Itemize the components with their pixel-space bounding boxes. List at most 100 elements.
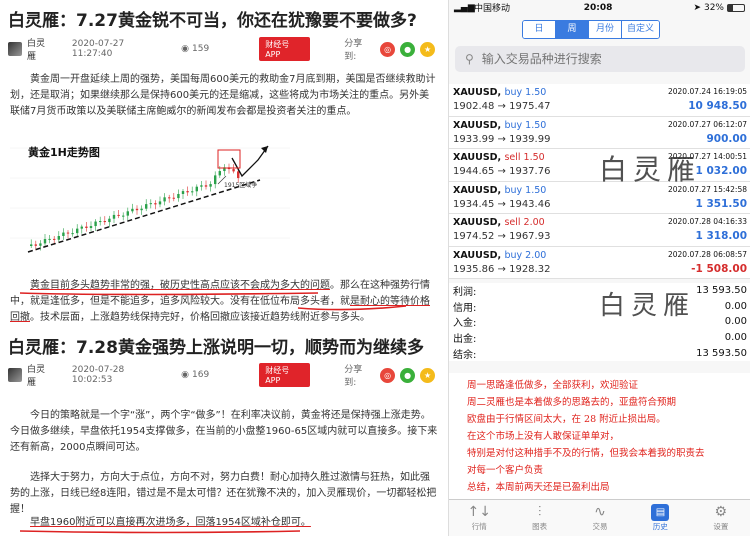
author-name[interactable]: 白灵雁 xyxy=(27,36,54,62)
qzone-icon[interactable]: ★ xyxy=(420,367,436,383)
candle-body xyxy=(191,191,194,193)
history-icon: ▤ xyxy=(651,504,670,521)
battery: ➤ 32% xyxy=(693,3,745,13)
trade-prices: 1933.99 → 1939.99 xyxy=(453,133,551,145)
candle-body xyxy=(117,214,120,216)
avatar[interactable] xyxy=(8,42,22,56)
trade-profit: 1 351.50 xyxy=(695,197,747,210)
chart-icon: ⫶ xyxy=(537,504,542,520)
candle-body xyxy=(232,169,235,172)
search-input[interactable] xyxy=(481,52,722,66)
summary-label: 信用: xyxy=(453,302,477,314)
trade-datetime: 2020.07.28 06:08:57 xyxy=(667,249,747,259)
trade-datetime: 2020.07.28 04:16:33 xyxy=(667,217,747,226)
candle-body xyxy=(89,226,93,228)
candle-body xyxy=(186,191,189,193)
candle-body xyxy=(43,239,47,244)
tab-week[interactable]: 周 xyxy=(556,21,589,38)
candle-body xyxy=(140,208,143,211)
candle-body xyxy=(80,226,83,229)
trade-row[interactable]: XAUUSD, buy 2.00 2020.07.28 06:08:57 1935.… xyxy=(449,247,750,279)
wechat-icon[interactable]: ● xyxy=(400,367,416,383)
summary-value: 0.00 xyxy=(724,300,747,312)
article2-title[interactable]: 白灵雁：7.28黄金强势上涨说明一切，顺势而为继续多 xyxy=(8,333,424,358)
note-line: 特别是对付这种措手不及的行情，但我会本着我的职责去 xyxy=(467,448,705,459)
candle-body xyxy=(237,171,240,179)
tab-trade[interactable]: ∿ 交易 xyxy=(570,500,630,536)
trade-row[interactable]: XAUUSD, buy 1.50 2020.07.27 06:12:07 1933.… xyxy=(449,117,750,149)
author-name[interactable]: 白灵雁 xyxy=(27,362,54,388)
tab-label: 交易 xyxy=(592,522,608,531)
bottom-tab-bar: ↑↓ 行情 ⫶ 图表 ∿ 交易 ▤ 历史 ⚙ 设置 xyxy=(449,499,750,536)
candle-body xyxy=(131,208,134,212)
candle-body xyxy=(62,232,65,237)
trade-side: buy 1.50 xyxy=(504,119,547,131)
tab-day[interactable]: 日 xyxy=(523,21,556,38)
candle-body xyxy=(99,221,102,223)
note-line: 欧盘由于行情区间太大，在 28 附近止损出局。 xyxy=(467,414,666,425)
trade-row[interactable]: XAUUSD, sell 1.50 2020.07.27 14:00:51 1944… xyxy=(449,149,750,182)
watermark-2: 白灵雁 xyxy=(599,291,696,321)
trade-profit: 900.00 xyxy=(706,132,747,145)
candle-body xyxy=(112,214,116,219)
trade-symbol: XAUUSD, buy 1.50 xyxy=(453,119,547,131)
weibo-icon[interactable]: ◎ xyxy=(380,367,396,383)
candle-body xyxy=(94,221,97,227)
trade-datetime: 2020.07.24 16:19:05 xyxy=(667,87,747,96)
carrier: 中国移动 xyxy=(474,4,511,14)
avatar[interactable] xyxy=(8,368,22,382)
tab-settings[interactable]: ⚙ 设置 xyxy=(691,500,750,536)
summary-label: 结余: xyxy=(453,349,477,361)
candle-body xyxy=(48,238,51,240)
signal-icon: ▂▄▆ xyxy=(454,2,475,13)
app-button[interactable]: 财经号APP xyxy=(259,37,311,61)
candle-body xyxy=(181,191,185,194)
candle-body xyxy=(53,238,56,240)
trade-history-list: XAUUSD, buy 1.50 2020.07.24 16:19:05 1902.… xyxy=(449,84,750,279)
weibo-icon[interactable]: ◎ xyxy=(380,41,396,57)
share-label: 分享到: xyxy=(344,39,363,62)
trade-side: buy 1.50 xyxy=(504,184,547,196)
search-icon: ⚲ xyxy=(465,52,474,66)
red-underline-mark xyxy=(19,292,407,311)
trade-profit: 1 318.00 xyxy=(695,230,747,242)
note-line: 周二灵雁也是本着做多的思路去的，亚盘符合预期 xyxy=(467,397,677,408)
wechat-icon[interactable]: ● xyxy=(400,41,416,57)
trade-prices: 1944.65 → 1937.76 xyxy=(453,166,551,177)
summary-label: 利润: xyxy=(453,287,477,299)
handwritten-notes: 周一思路逢低做多，全部获利，欢迎验证 周二灵雁也是本着做多的思路去的，亚盘符合预期… xyxy=(449,373,750,499)
article1-title[interactable]: 白灵雁：7.27黄金锐不可当，你还在犹豫要不要做多? xyxy=(8,6,417,31)
candle-body xyxy=(154,203,157,205)
app-button[interactable]: 财经号APP xyxy=(259,363,311,387)
article-pane: 白灵雁：7.27黄金锐不可当，你还在犹豫要不要做多? 白灵雁 2020-07-2… xyxy=(0,0,448,536)
trade-row[interactable]: XAUUSD, buy 1.50 2020.07.24 16:19:05 1902.… xyxy=(449,84,750,117)
trade-icon: ∿ xyxy=(594,504,606,520)
summary-value: 13 593.50 xyxy=(696,347,747,359)
note-line: 总结，本周前两天还是已盈利出局 xyxy=(467,482,610,493)
trade-profit: 1 032.00 xyxy=(695,165,747,177)
tab-chart[interactable]: ⫶ 图表 xyxy=(509,500,569,536)
summary-value: 13 593.50 xyxy=(696,285,747,297)
candle-body xyxy=(34,244,37,246)
candle-body xyxy=(103,221,106,223)
tab-month[interactable]: 月份 xyxy=(589,21,622,38)
summary-label: 出金: xyxy=(453,334,477,346)
candle-body xyxy=(158,201,162,205)
trade-symbol: XAUUSD, buy 2.00 xyxy=(453,249,547,261)
tab-history[interactable]: ▤ 历史 xyxy=(630,500,690,536)
status-bar: ▂▄▆ 中国移动 20:08 ➤ 32% xyxy=(449,0,750,15)
candle-body xyxy=(177,193,180,199)
trade-side: buy 1.50 xyxy=(504,87,547,98)
tab-label: 图表 xyxy=(532,522,548,531)
search-bar[interactable]: ⚲ xyxy=(455,46,745,72)
trade-row[interactable]: XAUUSD, buy 1.50 2020.07.27 15:42:58 1934.… xyxy=(449,182,750,214)
red-underline-mark-2 xyxy=(19,530,301,534)
tab-custom[interactable]: 自定义 xyxy=(622,21,659,38)
qzone-icon[interactable]: ★ xyxy=(420,41,436,57)
view-count: 169 xyxy=(192,370,210,380)
article2-paragraph-1: 今日的策略就是一个字“涨”，两个字“做多”！在利率决议前，黄金将还是保持强上涨走… xyxy=(10,410,438,453)
trade-row[interactable]: XAUUSD, sell 2.00 2020.07.28 04:16:33 1974… xyxy=(449,214,750,247)
candle-body xyxy=(57,236,60,240)
candle-body xyxy=(163,197,166,202)
tab-quotes[interactable]: ↑↓ 行情 xyxy=(449,500,509,536)
